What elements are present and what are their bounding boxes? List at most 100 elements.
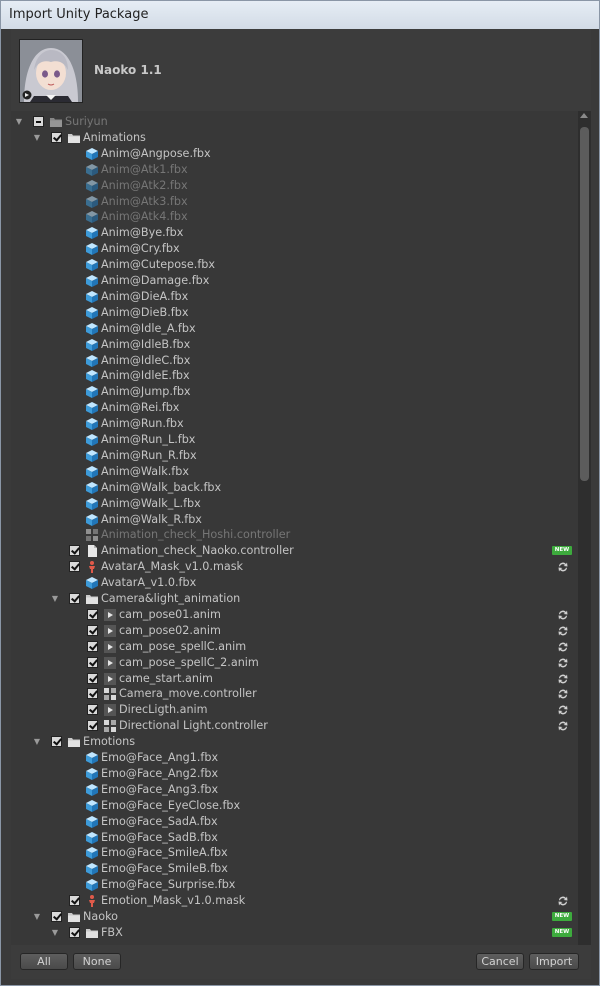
tree-row-label: Anim@IdleC.fbx	[101, 353, 191, 367]
tree-row[interactable]: cam_pose01.anim	[11, 607, 577, 623]
row-checkbox[interactable]	[51, 911, 62, 922]
row-checkbox[interactable]	[87, 608, 98, 620]
tree-row-label: Emo@Face_SmileA.fbx	[101, 846, 228, 860]
row-checkbox[interactable]	[69, 561, 80, 573]
tree-row[interactable]: Animation_check_Hoshi.controller	[11, 527, 577, 543]
tree-row[interactable]: ▼ Emotions	[11, 734, 577, 750]
row-checkbox[interactable]	[69, 545, 80, 557]
select-none-button[interactable]: None	[73, 953, 121, 970]
tree-row[interactable]: Anim@Walk.fbx	[11, 464, 577, 480]
fbx-icon	[85, 433, 99, 447]
row-checkbox[interactable]	[69, 926, 80, 938]
fbx-icon	[85, 767, 99, 781]
tree-row-label: Anim@Walk.fbx	[101, 464, 189, 478]
tree-row[interactable]: ▼ Camera&light_animation	[11, 591, 577, 607]
tree-row[interactable]: Anim@IdleB.fbx	[11, 337, 577, 353]
expand-arrow-icon[interactable]: ▼	[32, 734, 42, 750]
tree-row[interactable]: Emo@Face_Ang1.fbx	[11, 750, 577, 766]
expand-arrow-icon[interactable]: ▼	[32, 130, 42, 146]
tree-row[interactable]: Anim@Atk4.fbx	[11, 209, 577, 225]
tree-row[interactable]: Emo@Face_EyeClose.fbx	[11, 798, 577, 814]
tree-row-label: Anim@Walk_R.fbx	[101, 512, 202, 526]
tree-row[interactable]: ▼ FBX NEW	[11, 925, 577, 941]
tree-row-label: Anim@IdleB.fbx	[101, 337, 191, 351]
row-checkbox[interactable]	[51, 736, 62, 748]
cancel-button[interactable]: Cancel	[476, 953, 524, 970]
tree-row[interactable]: Emo@Face_SadB.fbx	[11, 830, 577, 846]
tree-row[interactable]: Anim@Idle_A.fbx	[11, 321, 577, 337]
tree-row-label: AvatarA_v1.0.fbx	[101, 576, 197, 590]
tree-row-label: Emotion_Mask_v1.0.mask	[101, 894, 246, 908]
tree-row[interactable]: Anim@Cutepose.fbx	[11, 257, 577, 273]
tree-row[interactable]: Anim@Atk3.fbx	[11, 194, 577, 210]
tree-row[interactable]: cam_pose_spellC_2.anim	[11, 655, 577, 671]
mask-icon	[85, 560, 99, 574]
tree-row[interactable]: Anim@Jump.fbx	[11, 384, 577, 400]
tree-row[interactable]: Directional Light.controller	[11, 718, 577, 734]
tree-row[interactable]: Anim@IdleC.fbx	[11, 353, 577, 369]
row-checkbox[interactable]	[87, 640, 98, 652]
folder-icon	[85, 926, 99, 940]
tree-row[interactable]: Anim@Walk_L.fbx	[11, 496, 577, 512]
select-all-button[interactable]: All	[20, 953, 68, 970]
expand-arrow-icon[interactable]: ▼	[50, 591, 60, 607]
tree-row-label: DirecLigth.anim	[119, 703, 208, 717]
anim-icon	[103, 656, 117, 670]
row-checkbox[interactable]	[51, 131, 62, 143]
tree-row[interactable]: Anim@Cry.fbx	[11, 241, 577, 257]
new-badge-icon: NEW	[552, 546, 572, 556]
row-checkbox[interactable]	[69, 593, 80, 604]
scroll-up-arrow-icon[interactable]	[580, 113, 588, 118]
row-checkbox[interactable]	[87, 656, 98, 668]
tree-row[interactable]: Emo@Face_SmileB.fbx	[11, 861, 577, 877]
tree-row[interactable]: Anim@Run.fbx	[11, 416, 577, 432]
tree-row[interactable]: Emo@Face_Ang2.fbx	[11, 766, 577, 782]
tree-row[interactable]: Anim@IdleE.fbx	[11, 368, 577, 384]
tree-row[interactable]: Anim@Damage.fbx	[11, 273, 577, 289]
tree-row[interactable]: Emotion_Mask_v1.0.mask	[11, 893, 577, 909]
tree-row[interactable]: Anim@Walk_R.fbx	[11, 512, 577, 528]
tree-row[interactable]: DirecLigth.anim	[11, 702, 577, 718]
tree-row[interactable]: cam_pose02.anim	[11, 623, 577, 639]
row-checkbox[interactable]	[87, 624, 98, 636]
tree-row[interactable]: AvatarA_Mask_v1.0.mask	[11, 559, 577, 575]
row-checkbox[interactable]	[87, 704, 98, 716]
tree-row[interactable]: Anim@Angpose.fbx	[11, 146, 577, 162]
row-checkbox[interactable]	[87, 720, 98, 732]
import-button[interactable]: Import	[529, 953, 579, 970]
tree-row[interactable]: Anim@Rei.fbx	[11, 400, 577, 416]
tree-row[interactable]: Camera_move.controller	[11, 686, 577, 702]
row-checkbox[interactable]	[69, 895, 80, 907]
tree-row[interactable]: Anim@DieA.fbx	[11, 289, 577, 305]
expand-arrow-icon[interactable]: ▼	[50, 925, 60, 941]
tree-row-label: Animations	[83, 130, 146, 144]
tree-row[interactable]: Emo@Face_Surprise.fbx	[11, 877, 577, 893]
tree-row[interactable]: Anim@DieB.fbx	[11, 305, 577, 321]
row-checkbox[interactable]	[33, 116, 44, 127]
scroll-thumb[interactable]	[580, 127, 589, 481]
tree-row[interactable]: came_start.anim	[11, 671, 577, 687]
tree-row[interactable]: ▼ Animations	[11, 130, 577, 146]
tree-row[interactable]: Animation_check_Naoko.controller NEW	[11, 543, 577, 559]
tree-row[interactable]: Anim@Atk1.fbx	[11, 162, 577, 178]
tree-row[interactable]: cam_pose_spellC.anim	[11, 639, 577, 655]
tree-row[interactable]: Anim@Walk_back.fbx	[11, 480, 577, 496]
tree-row[interactable]: Emo@Face_Ang3.fbx	[11, 782, 577, 798]
tree-row[interactable]: ▼ Naoko NEW	[11, 909, 577, 925]
tree-row-label: Suriyun	[65, 115, 108, 128]
expand-arrow-icon[interactable]: ▼	[32, 909, 42, 925]
row-checkbox[interactable]	[87, 688, 98, 700]
tree-row[interactable]: Anim@Atk2.fbx	[11, 178, 577, 194]
tree-row[interactable]: Emo@Face_SadA.fbx	[11, 814, 577, 830]
expand-arrow-icon[interactable]: ▼	[14, 114, 24, 130]
tree-row[interactable]: Emo@Face_SmileA.fbx	[11, 845, 577, 861]
mask-icon	[85, 894, 99, 908]
changed-icon	[557, 673, 569, 685]
tree-row[interactable]: Anim@Bye.fbx	[11, 225, 577, 241]
tree-row[interactable]: Anim@Run_L.fbx	[11, 432, 577, 448]
row-checkbox[interactable]	[87, 672, 98, 684]
tree-row[interactable]: Anim@Run_R.fbx	[11, 448, 577, 464]
tree-scrollbar[interactable]	[578, 111, 591, 945]
tree-row[interactable]: ▼ Suriyun	[11, 114, 577, 130]
tree-row[interactable]: AvatarA_v1.0.fbx	[11, 575, 577, 591]
